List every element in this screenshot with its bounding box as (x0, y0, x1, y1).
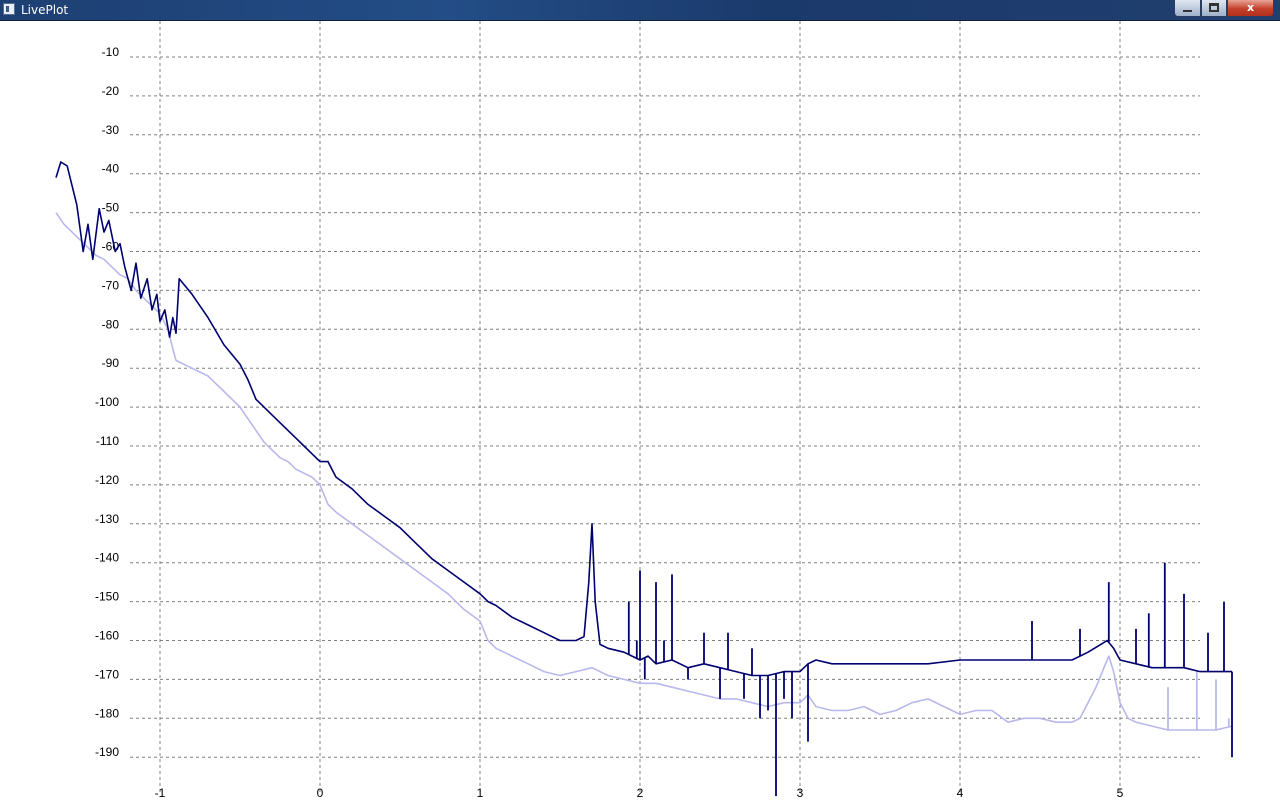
y-axis-labels: -10 -20 -30 -40 -50 -60 -70 -80 -90 -100 -110 -120 -… (95, 45, 119, 759)
series (55, 161, 1233, 797)
x-tick-label: 3 (797, 786, 804, 800)
y-tick-label: -160 (95, 629, 119, 643)
y-tick-label: -140 (95, 551, 119, 565)
close-button[interactable]: x (1227, 0, 1274, 17)
maximize-button[interactable] (1201, 0, 1227, 17)
window-title-bar[interactable]: LivePlot x (0, 0, 1280, 21)
app-icon[interactable] (3, 3, 15, 15)
y-tick-label: -120 (95, 473, 119, 487)
y-tick-label: -10 (102, 45, 120, 59)
series-layer (55, 161, 1233, 797)
y-tick-label: -50 (102, 201, 120, 215)
plot-area: -10-20-30-40-50-60-70-80-90-100-110-120-… (55, 21, 1233, 800)
y-tick-label: -90 (102, 356, 120, 370)
y-tick-label: -30 (102, 123, 120, 137)
y-tick-label: -110 (96, 434, 119, 448)
y-tick-label: -40 (102, 162, 120, 176)
maximize-icon (1209, 3, 1219, 12)
series-line (55, 161, 1232, 677)
y-tick-label: -130 (95, 512, 119, 526)
y-tick-label: -100 (95, 395, 119, 409)
x-tick-label: -1 (155, 786, 166, 800)
minimize-icon (1183, 10, 1192, 12)
y-tick-label: -190 (95, 745, 119, 759)
x-tick-label: 1 (477, 786, 484, 800)
y-tick-label: -80 (102, 317, 120, 331)
x-axis-labels: -1 0 1 2 3 4 5 (155, 786, 1124, 800)
window-title: LivePlot (21, 3, 69, 17)
minimize-button[interactable] (1174, 0, 1201, 17)
y-tick-label: -70 (102, 278, 120, 292)
close-icon: x (1246, 1, 1255, 14)
y-tick-label: -60 (102, 240, 120, 254)
x-tick-label: 0 (317, 786, 324, 800)
grid (130, 21, 1200, 793)
y-tick-label: -20 (102, 84, 120, 98)
y-tick-label: -150 (95, 590, 119, 604)
x-tick-label: 5 (1117, 786, 1124, 800)
x-tick-label: 4 (957, 786, 964, 800)
x-tick-label: 2 (637, 786, 644, 800)
y-tick-label: -170 (95, 667, 119, 681)
y-tick-label: -180 (95, 706, 119, 720)
